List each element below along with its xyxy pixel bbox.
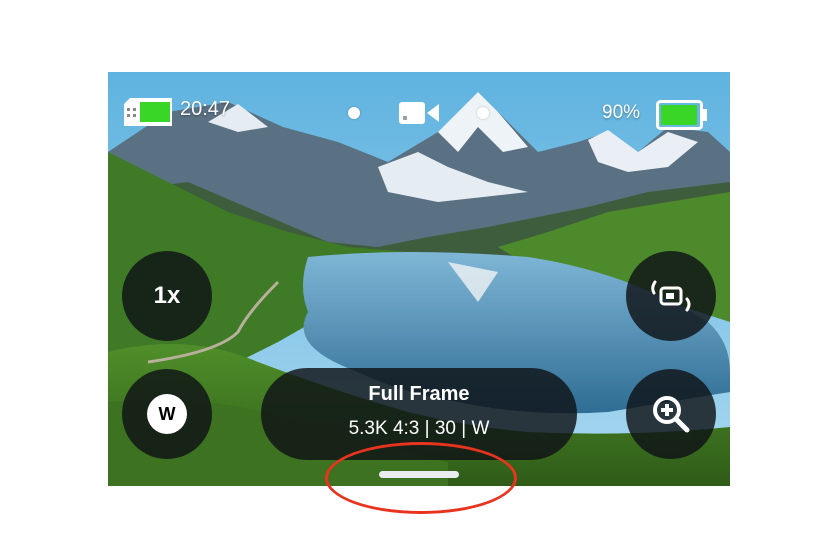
lens-button[interactable]: W: [122, 369, 212, 459]
left-indicator-dot: [348, 107, 360, 119]
front-screen-toggle-button[interactable]: [626, 251, 716, 341]
video-camera-icon: [399, 102, 439, 124]
capture-mode-title: Full Frame: [368, 383, 470, 405]
annotation-circle: [325, 442, 517, 514]
sd-card-icon: [124, 98, 172, 126]
zoom-level-label: 1x: [153, 282, 181, 309]
zoom-level-button[interactable]: 1x: [122, 251, 212, 341]
right-indicator-dot: [477, 107, 489, 119]
clock-time: 20:47: [180, 98, 231, 120]
battery-percent: 90%: [602, 102, 641, 123]
capture-mode-settings: 5.3K 4:3 | 30 | W: [348, 418, 490, 439]
battery-icon: [656, 100, 707, 130]
zoom-in-button[interactable]: [626, 369, 716, 459]
front-screen-toggle-icon: [651, 280, 691, 312]
status-bar: 20:47 90%: [108, 72, 730, 152]
camera-screen: 20:47 90% 1x W Full Frame 5.3K 4:3 | 30 …: [108, 72, 730, 486]
lens-badge: W: [147, 394, 187, 434]
zoom-in-icon: [653, 396, 690, 433]
